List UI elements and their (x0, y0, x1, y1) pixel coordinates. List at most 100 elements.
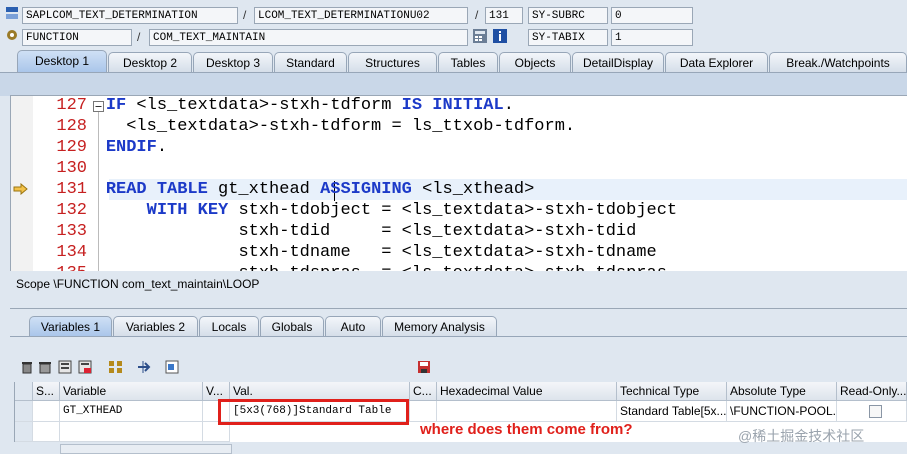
column-header-absolute-type[interactable]: Absolute Type (727, 382, 837, 401)
tab-locals[interactable]: Locals (199, 316, 259, 336)
code-keyword: WITH KEY (146, 201, 239, 220)
line-field[interactable]: 131 (485, 7, 523, 24)
event-type-field[interactable]: FUNCTION (22, 29, 132, 46)
tab-structures[interactable]: Structures (348, 52, 437, 72)
navigate-icon[interactable] (137, 360, 151, 374)
sysvar-value-field[interactable]: 0 (611, 7, 693, 24)
code-line[interactable]: <ls_textdata>-stxh-tdform = ls_ttxob-tdf… (65, 117, 575, 136)
table-cell-variable[interactable]: GT_XTHEAD (60, 401, 203, 422)
table-cell-status (33, 422, 60, 442)
event-name-field[interactable]: COM_TEXT_MAINTAIN (149, 29, 468, 46)
read-only-checkbox[interactable] (869, 405, 882, 418)
separator: / (243, 8, 247, 22)
separator: / (137, 30, 141, 44)
column-header-read-only[interactable]: Read-Only... (837, 382, 907, 401)
line-number: 130 (56, 159, 87, 178)
code-line[interactable]: stxh-tdid = <ls_textdata>-stxh-tdid (65, 222, 636, 241)
sysvar-label-field[interactable]: SY-SUBRC (528, 7, 608, 24)
code-token: stxh-tdspras = <ls_textdata>-stxh-tdspra… (238, 264, 666, 271)
code-token: <ls_xthead> (422, 180, 535, 199)
tab-underline (10, 336, 907, 337)
include-field[interactable]: LCOM_TEXT_DETERMINATIONU02 (254, 7, 468, 24)
table-cell-variable[interactable] (60, 422, 203, 442)
code-token: stxh-tdobject = <ls_textdata>-stxh-tdobj… (238, 201, 678, 220)
tree-expand-icon[interactable] (108, 360, 122, 374)
delete-icon[interactable] (20, 360, 34, 374)
program-field[interactable]: SAPLCOM_TEXT_DETERMINATION (22, 7, 238, 24)
table-cell-status (33, 401, 60, 422)
row-selector[interactable] (15, 401, 33, 422)
table-cell-read-only (837, 401, 907, 422)
tab-data-explorer[interactable]: Data Explorer (665, 52, 768, 72)
header-row-event: FUNCTION / COM_TEXT_MAINTAIN SY-TABIX 1 (0, 27, 907, 49)
code-token: stxh-tdname = <ls_textdata>-stxh-tdname (238, 243, 657, 262)
sysvar-label-field[interactable]: SY-TABIX (528, 29, 608, 46)
select-layout-icon[interactable] (165, 360, 179, 374)
table-cell-technical-type[interactable]: Standard Table[5x... (617, 401, 727, 422)
tab-objects[interactable]: Objects (499, 52, 571, 72)
table-cell-change (410, 401, 437, 422)
row-selector[interactable] (15, 422, 33, 442)
program-icon (5, 6, 21, 22)
tab-standard[interactable]: Standard (274, 52, 347, 72)
code-line[interactable]: READ TABLE gt_xthead ASSIGNING <ls_xthea… (65, 180, 535, 199)
sysvar-value-field[interactable]: 1 (611, 29, 693, 46)
row-selector-header[interactable] (15, 382, 33, 401)
code-line[interactable]: ENDIF. (65, 138, 167, 157)
tab-break-watchpoints[interactable]: Break./Watchpoints (769, 52, 907, 72)
code-line[interactable]: stxh-tdname = <ls_textdata>-stxh-tdname (65, 243, 657, 262)
function-icon (5, 28, 21, 44)
code-token: <ls_textdata>-stxh-tdform = ls_ttxob-tdf… (126, 117, 576, 136)
table-cell-v (203, 422, 230, 442)
column-header-hex-value[interactable]: Hexadecimal Value (437, 382, 617, 401)
source-code-editor[interactable]: 127 IF <ls_textdata>-stxh-tdform IS INIT… (10, 95, 907, 271)
tab-auto[interactable]: Auto (325, 316, 381, 336)
tab-variables-2[interactable]: Variables 2 (113, 316, 198, 336)
header-row-program: SAPLCOM_TEXT_DETERMINATION / LCOM_TEXT_D… (0, 5, 907, 27)
code-keyword: IS INITIAL (401, 96, 504, 115)
calculator-icon[interactable] (472, 28, 488, 44)
table-cell-absolute-type[interactable]: \FUNCTION-POOL... (727, 401, 837, 422)
column-header-technical-type[interactable]: Technical Type (617, 382, 727, 401)
code-line[interactable]: WITH KEY stxh-tdobject = <ls_textdata>-s… (65, 201, 678, 220)
save-icon[interactable] (417, 360, 431, 374)
desktop-tab-strip: Desktop 1 Desktop 2 Desktop 3 Standard S… (0, 50, 907, 72)
code-keyword: ASSIGNING (320, 180, 423, 199)
tab-desktop-2[interactable]: Desktop 2 (108, 52, 192, 72)
delete-all-icon[interactable] (38, 360, 52, 374)
watermark: @稀土掘金技术社区 (738, 428, 865, 444)
code-line[interactable]: stxh-tdspras = <ls_textdata>-stxh-tdspra… (65, 264, 666, 271)
tab-variables-1[interactable]: Variables 1 (29, 316, 112, 336)
column-header-change[interactable]: C... (410, 382, 437, 401)
code-token: gt_xthead (218, 180, 321, 199)
save-variables-icon[interactable] (58, 360, 72, 374)
code-token: . (503, 96, 514, 115)
code-keyword: READ TABLE (105, 180, 219, 199)
tab-desktop-3[interactable]: Desktop 3 (193, 52, 273, 72)
annotation-text: where does them come from? (420, 421, 633, 438)
column-header-variable[interactable]: Variable (60, 382, 203, 401)
tab-tables[interactable]: Tables (438, 52, 498, 72)
current-line-arrow-icon (13, 182, 29, 198)
column-header-status[interactable]: S... (33, 382, 60, 401)
code-token: stxh-tdid = <ls_textdata>-stxh-tdid (238, 222, 637, 241)
code-keyword: ENDIF (105, 138, 157, 157)
tab-desktop-1[interactable]: Desktop 1 (17, 50, 107, 72)
code-token: . (156, 138, 168, 157)
separator: / (475, 8, 479, 22)
code-keyword: IF (105, 96, 137, 115)
tab-detail-display[interactable]: DetailDisplay (572, 52, 664, 72)
tab-globals[interactable]: Globals (260, 316, 324, 336)
tab-memory-analysis[interactable]: Memory Analysis (382, 316, 497, 336)
info-icon[interactable] (492, 28, 508, 44)
tab-content-band (0, 72, 907, 96)
code-line[interactable]: IF <ls_textdata>-stxh-tdform IS INITIAL. (65, 96, 514, 115)
load-variables-icon[interactable] (78, 360, 92, 374)
